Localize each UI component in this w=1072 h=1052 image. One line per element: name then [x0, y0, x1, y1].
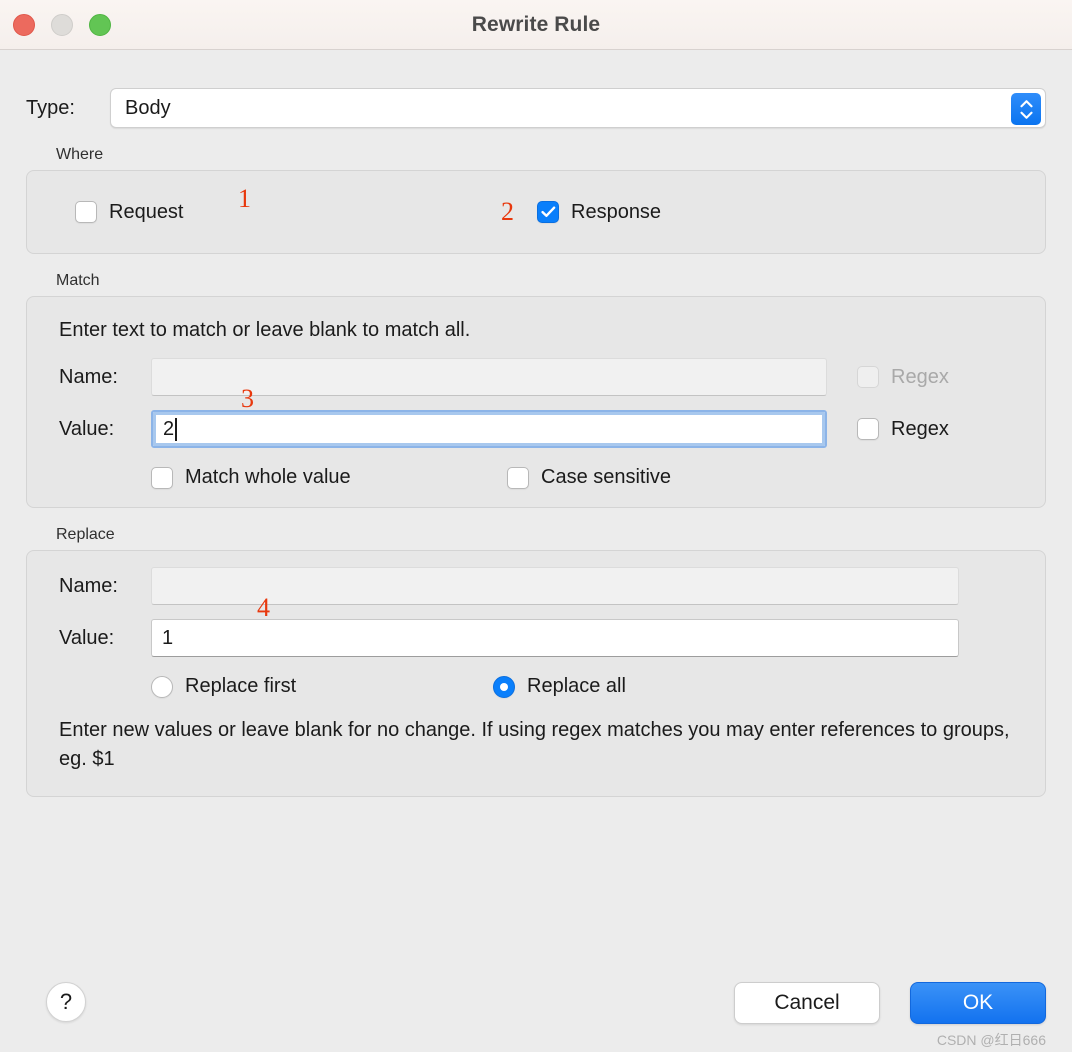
- close-button[interactable]: [13, 14, 35, 36]
- response-label: Response: [571, 200, 662, 223]
- window-title: Rewrite Rule: [471, 12, 601, 36]
- match-whole-value-checkbox[interactable]: [151, 466, 173, 489]
- match-value-regex-label: Regex: [891, 417, 949, 440]
- annotation-2: 2: [501, 197, 514, 226]
- dialog-content: Type: Body 1 Where Request Response 2 Ma…: [0, 88, 1072, 1052]
- request-checkbox[interactable]: [75, 201, 97, 223]
- minimize-button[interactable]: [51, 14, 73, 36]
- text-cursor: [175, 417, 177, 441]
- replace-value-row: Value: 1 4: [49, 593, 1023, 657]
- replace-all-radio[interactable]: [493, 675, 515, 698]
- replace-name-label: Name:: [59, 574, 118, 597]
- match-whole-value-label: Match whole value: [185, 466, 351, 488]
- match-value-label: Value:: [59, 417, 115, 440]
- match-group: Enter text to match or leave blank to ma…: [26, 296, 1046, 508]
- replace-first-row[interactable]: Replace first: [151, 675, 296, 698]
- match-name-label: Name:: [59, 365, 118, 388]
- match-whole-value-row[interactable]: Match whole value: [151, 466, 351, 489]
- replace-value-input[interactable]: 1: [151, 619, 959, 657]
- request-checkbox-row[interactable]: Request: [75, 201, 184, 224]
- dialog-footer: ? Cancel OK: [26, 982, 1046, 1030]
- type-label: Type:: [26, 96, 75, 119]
- traffic-lights: [13, 14, 111, 36]
- match-options-row: Match whole value Case sensitive: [59, 466, 1023, 489]
- match-value-regex-row[interactable]: Regex: [857, 418, 949, 441]
- zoom-button[interactable]: [89, 14, 111, 36]
- title-bar: Rewrite Rule: [0, 0, 1072, 50]
- response-checkbox-row[interactable]: Response: [537, 201, 661, 224]
- type-selected-value: Body: [125, 96, 171, 119]
- match-value-input[interactable]: 2: [151, 410, 827, 448]
- ok-button[interactable]: OK: [910, 982, 1046, 1024]
- replace-name-input[interactable]: [151, 567, 959, 605]
- replace-all-label: Replace all: [527, 675, 626, 697]
- replace-all-row[interactable]: Replace all: [493, 675, 626, 698]
- replace-first-radio[interactable]: [151, 675, 173, 698]
- replace-value-label: Value:: [59, 626, 115, 649]
- replace-name-row: Name:: [49, 567, 1023, 605]
- match-name-regex-checkbox: [857, 366, 879, 388]
- case-sensitive-row[interactable]: Case sensitive: [507, 466, 671, 489]
- cancel-button[interactable]: Cancel: [734, 982, 880, 1024]
- match-name-input[interactable]: [151, 358, 827, 396]
- help-button[interactable]: ?: [46, 982, 86, 1022]
- match-name-regex-label: Regex: [891, 365, 949, 388]
- match-value-row: Value: 2 Regex 3: [49, 384, 1023, 448]
- case-sensitive-checkbox[interactable]: [507, 466, 529, 489]
- case-sensitive-label: Case sensitive: [541, 466, 672, 488]
- replace-group: Name: Value: 1 4 Replace first Replace a…: [26, 550, 1046, 797]
- watermark: CSDN @红日666: [936, 1032, 1046, 1048]
- where-group: Request Response 2: [26, 170, 1046, 254]
- replace-group-label: Replace: [56, 526, 115, 543]
- match-name-regex-row: Regex: [857, 366, 949, 389]
- match-value-text: 2: [163, 417, 175, 440]
- type-dropdown[interactable]: Body: [110, 88, 1046, 128]
- request-label: Request: [109, 200, 184, 223]
- replace-first-label: Replace first: [185, 675, 297, 697]
- where-group-label: Where: [56, 146, 104, 163]
- replace-mode-row: Replace first Replace all: [59, 675, 1023, 698]
- replace-note: Enter new values or leave blank for no c…: [59, 719, 1010, 770]
- match-group-label: Match: [56, 272, 100, 289]
- match-hint: Enter text to match or leave blank to ma…: [59, 319, 471, 341]
- match-name-row: Name: Regex: [49, 358, 1023, 396]
- response-checkbox[interactable]: [537, 201, 559, 223]
- chevron-updown-icon[interactable]: [1011, 93, 1041, 125]
- type-row: Type: Body 1: [26, 88, 1046, 213]
- match-value-regex-checkbox[interactable]: [857, 418, 879, 440]
